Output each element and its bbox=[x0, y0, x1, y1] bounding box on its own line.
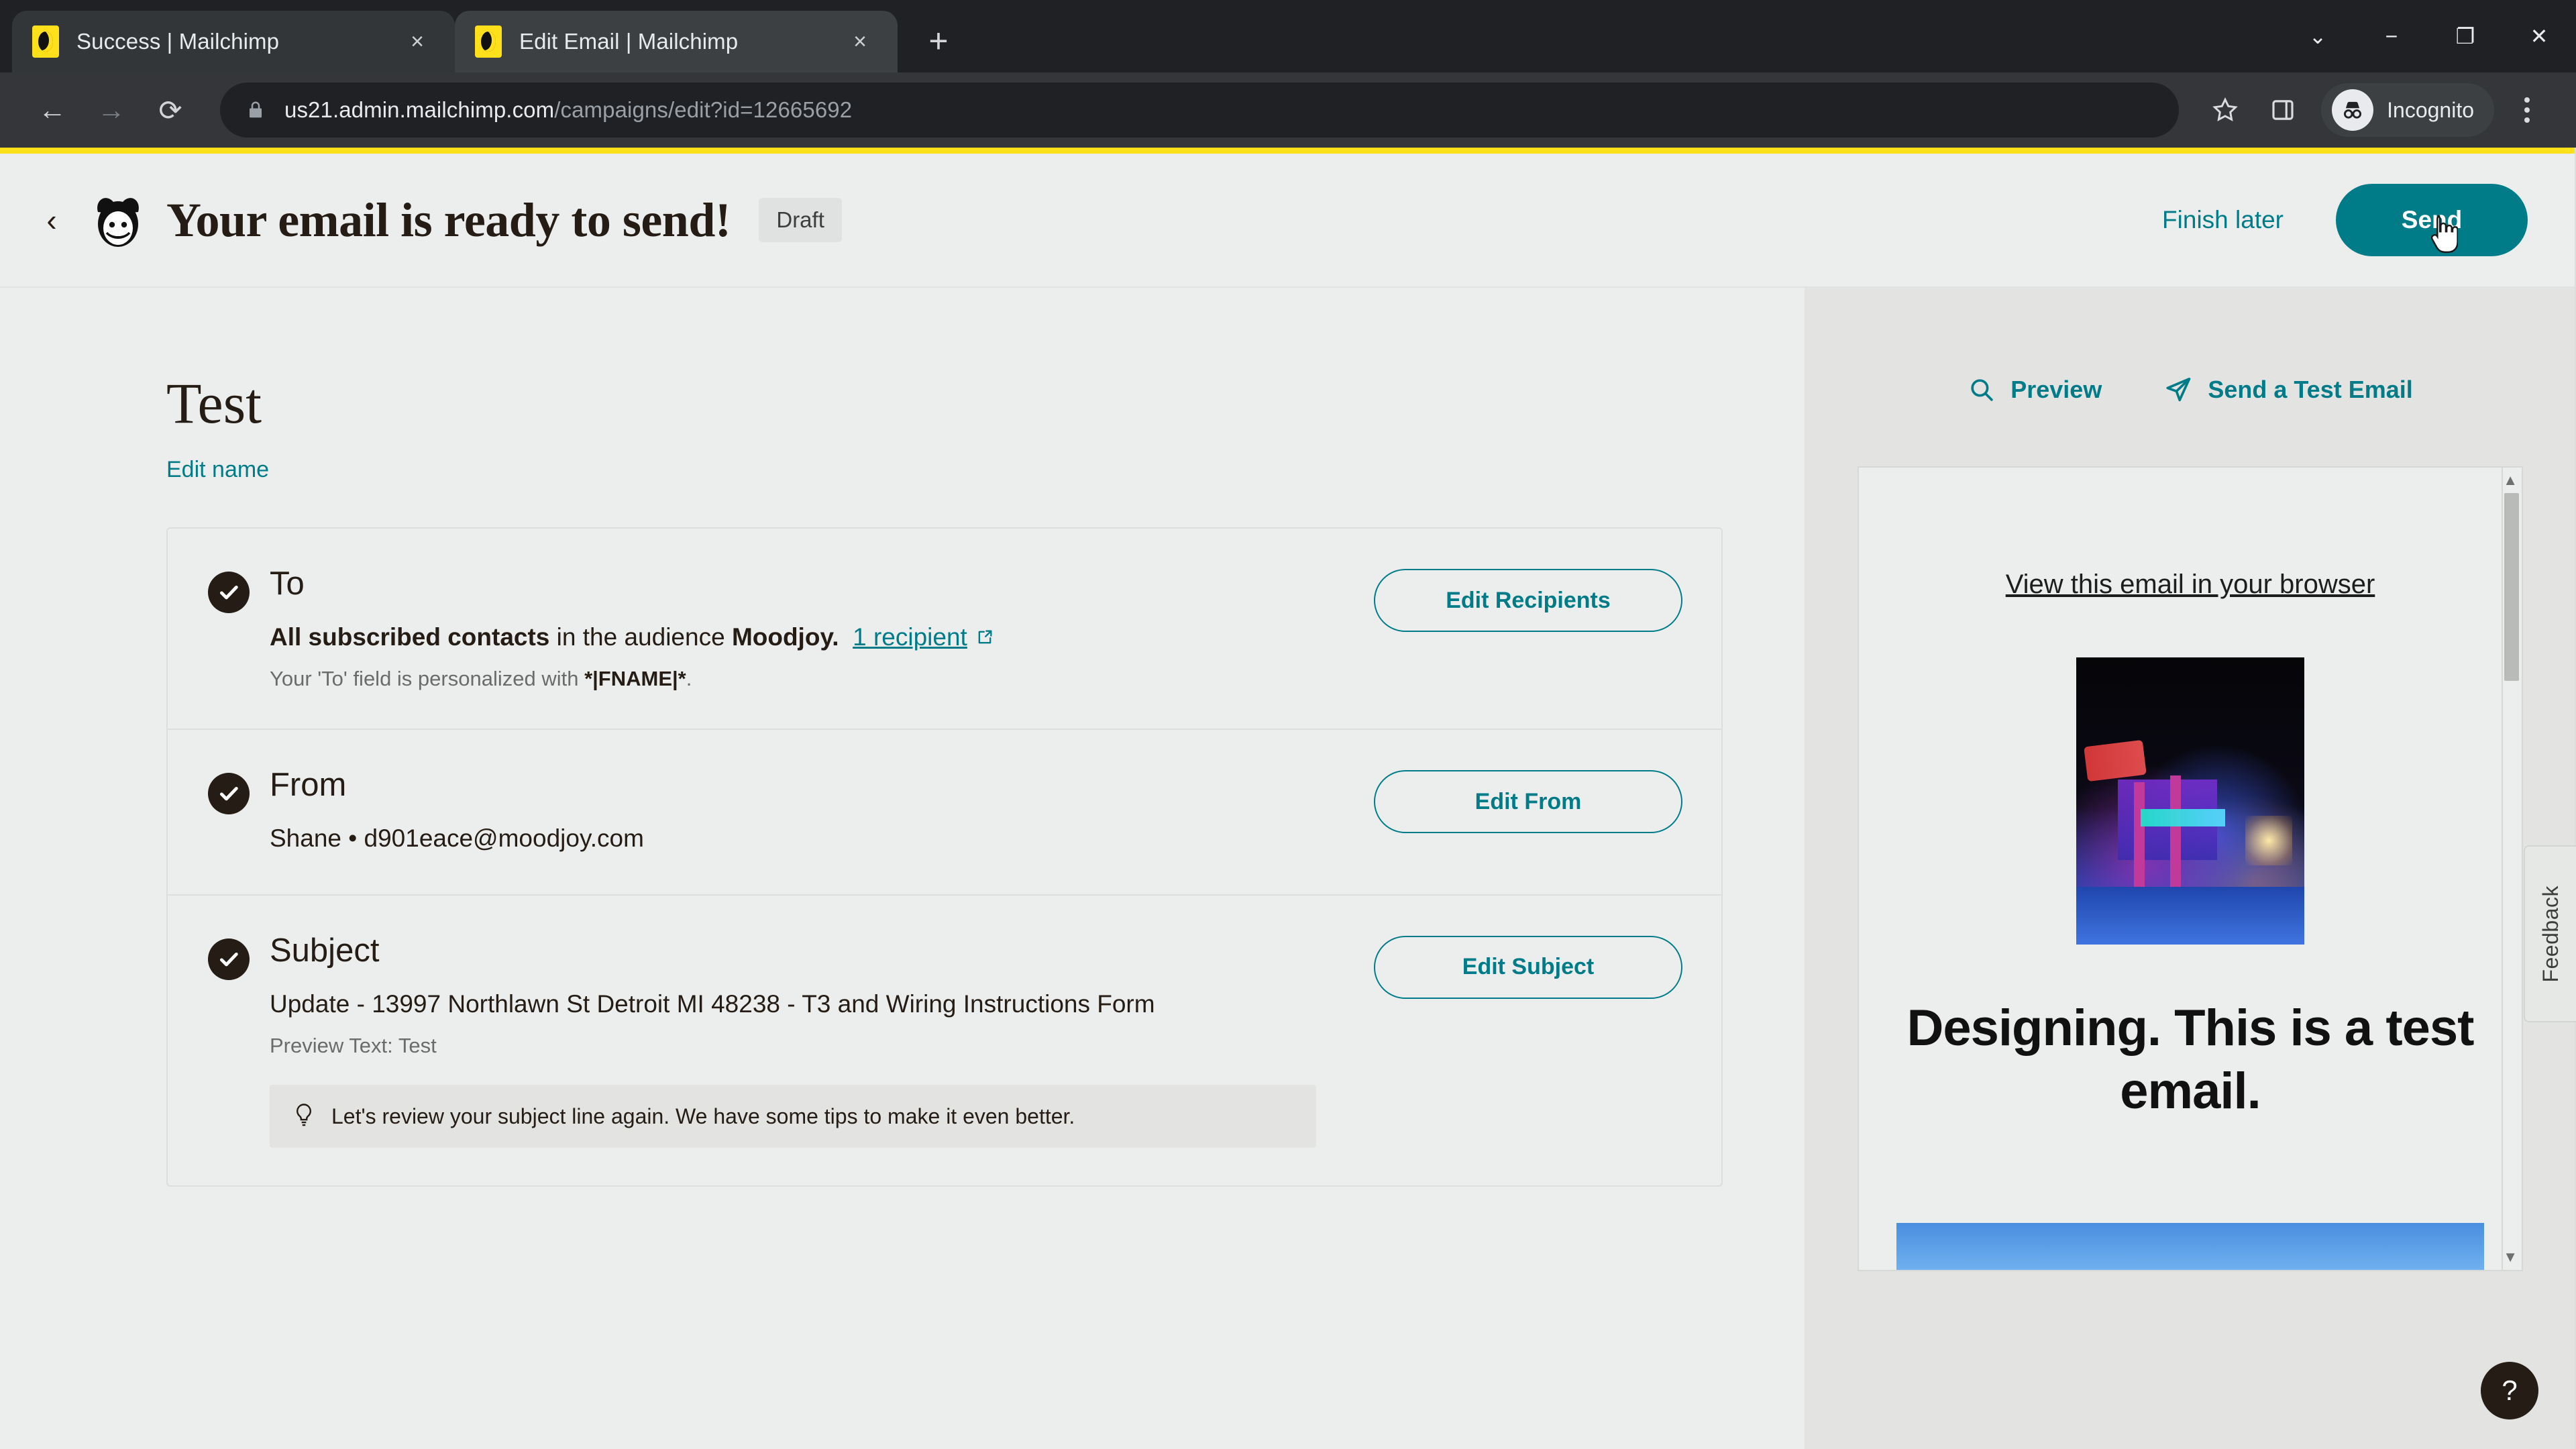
forward-icon[interactable]: → bbox=[82, 80, 141, 140]
reload-icon[interactable]: ⟳ bbox=[141, 80, 200, 140]
checklist-row-subject: Subject Update - 13997 Northlawn St Detr… bbox=[168, 896, 1721, 1185]
edit-from-button[interactable]: Edit From bbox=[1374, 770, 1682, 834]
feedback-tab[interactable]: Feedback bbox=[2524, 845, 2576, 1022]
address-bar[interactable]: us21.admin.mailchimp.com/campaigns/edit?… bbox=[220, 83, 2180, 138]
left-column: Test Edit name To All subscribed contact… bbox=[0, 288, 1805, 1449]
chevron-left-icon[interactable]: ‹ bbox=[27, 195, 76, 245]
preview-actions: Preview Send a Test Email bbox=[1968, 375, 2413, 405]
mailchimp-logo bbox=[97, 198, 139, 247]
row-detail-subject: Update - 13997 Northlawn St Detroit MI 4… bbox=[270, 989, 1155, 1018]
row-detail-to: All subscribed contacts in the audience … bbox=[270, 620, 1347, 655]
audience-name: Moodjoy. bbox=[731, 623, 839, 651]
tab-title: Success | Mailchimp bbox=[76, 29, 280, 54]
preview-button-label: Preview bbox=[2010, 376, 2102, 403]
lock-icon bbox=[250, 101, 262, 118]
email-sky-image bbox=[1896, 1223, 2484, 1270]
maximize-icon[interactable]: ❐ bbox=[2428, 0, 2502, 72]
audience-prefix: in the audience bbox=[549, 623, 732, 651]
chevron-down-icon[interactable]: ⌄ bbox=[2281, 0, 2355, 72]
checklist-row-to: To All subscribed contacts in the audien… bbox=[168, 529, 1721, 731]
incognito-icon bbox=[2332, 89, 2374, 131]
side-panel-icon[interactable] bbox=[2254, 81, 2312, 139]
scroll-down-icon[interactable]: ▼ bbox=[2503, 1248, 2518, 1266]
merge-tag: *|FNAME|* bbox=[584, 667, 686, 691]
view-in-browser-link[interactable]: View this email in your browser bbox=[2006, 570, 2375, 600]
url-text: us21.admin.mailchimp.com/campaigns/edit?… bbox=[284, 97, 852, 123]
profile-incognito-button[interactable]: Incognito bbox=[2321, 83, 2494, 137]
preview-panel: Preview Send a Test Email View this emai… bbox=[1805, 288, 2576, 1449]
scrollbar-thumb[interactable] bbox=[2504, 493, 2519, 681]
night-city-neon-photo bbox=[2076, 657, 2304, 945]
page-content: ‹ Your email is ready to send! Draft Fin… bbox=[0, 148, 2576, 1449]
profile-label: Incognito bbox=[2387, 97, 2474, 122]
campaign-name: Test bbox=[166, 371, 262, 435]
browser-window: Success | Mailchimp × Edit Email | Mailc… bbox=[0, 0, 2576, 1449]
close-icon[interactable]: × bbox=[400, 24, 435, 59]
three-dot-menu-icon[interactable] bbox=[2501, 97, 2553, 123]
mailchimp-favicon bbox=[475, 25, 502, 58]
help-button[interactable]: ? bbox=[2481, 1362, 2538, 1419]
send-button[interactable]: Send bbox=[2336, 184, 2528, 256]
app-header: ‹ Your email is ready to send! Draft Fin… bbox=[0, 154, 2576, 288]
check-circle-icon bbox=[208, 773, 250, 815]
row-detail-from: Shane • d901eace@moodjoy.com bbox=[270, 824, 644, 853]
subject-tip-banner: Let's review your subject line again. We… bbox=[270, 1085, 1316, 1148]
row-content: From Shane • d901eace@moodjoy.com bbox=[270, 767, 1347, 856]
main-body: Test Edit name To All subscribed contact… bbox=[0, 148, 2576, 1449]
preview-button[interactable]: Preview bbox=[1968, 376, 2102, 404]
star-icon[interactable] bbox=[2196, 81, 2254, 139]
browser-toolbar: ← → ⟳ us21.admin.mailchimp.com/campaigns… bbox=[0, 72, 2576, 148]
tab-strip: Success | Mailchimp × Edit Email | Mailc… bbox=[0, 0, 2576, 72]
brand-accent-rule bbox=[0, 148, 2576, 154]
paper-plane-icon bbox=[2166, 378, 2191, 402]
preview-scrollbar[interactable]: ▲ ▼ bbox=[2502, 468, 2522, 1270]
window-controls: ⌄ − ❐ ✕ bbox=[2281, 0, 2576, 72]
url-host: us21.admin.mailchimp.com bbox=[284, 97, 555, 122]
page-title: Your email is ready to send! bbox=[166, 193, 731, 247]
row-title-to: To bbox=[270, 566, 305, 602]
row-title-subject: Subject bbox=[270, 932, 380, 969]
check-circle-icon bbox=[208, 572, 250, 613]
status-badge: Draft bbox=[759, 198, 842, 242]
row-title-from: From bbox=[270, 767, 347, 804]
recipient-count-link[interactable]: 1 recipient bbox=[853, 623, 967, 651]
close-window-icon[interactable]: ✕ bbox=[2502, 0, 2576, 72]
scroll-up-icon[interactable]: ▲ bbox=[2503, 472, 2518, 489]
edit-recipients-button[interactable]: Edit Recipients bbox=[1374, 569, 1682, 632]
browser-tab-edit-email[interactable]: Edit Email | Mailchimp × bbox=[455, 11, 898, 72]
preview-text: Preview Text: Test bbox=[270, 1034, 437, 1058]
send-test-email-label: Send a Test Email bbox=[2208, 376, 2413, 403]
send-test-email-button[interactable]: Send a Test Email bbox=[2163, 375, 2413, 405]
checklist-row-from: From Shane • d901eace@moodjoy.com Edit F… bbox=[168, 730, 1721, 896]
mailchimp-favicon bbox=[32, 25, 59, 58]
new-tab-button[interactable]: + bbox=[915, 17, 962, 64]
row-content: To All subscribed contacts in the audien… bbox=[270, 566, 1347, 691]
checklist-card: To All subscribed contacts in the audien… bbox=[166, 527, 1723, 1187]
note-suffix: . bbox=[686, 667, 692, 691]
finish-later-link[interactable]: Finish later bbox=[2162, 206, 2284, 234]
row-content: Subject Update - 13997 Northlawn St Detr… bbox=[270, 932, 1347, 1148]
minimize-icon[interactable]: − bbox=[2355, 0, 2428, 72]
browser-tab-success[interactable]: Success | Mailchimp × bbox=[12, 11, 455, 72]
edit-subject-button[interactable]: Edit Subject bbox=[1374, 935, 1682, 999]
row-note-to: Your 'To' field is personalized with *|F… bbox=[270, 667, 1347, 691]
close-icon[interactable]: × bbox=[843, 24, 877, 59]
recipients-scope: All subscribed contacts bbox=[270, 623, 550, 651]
tip-text: Let's review your subject line again. We… bbox=[331, 1104, 1075, 1128]
note-prefix: Your 'To' field is personalized with bbox=[270, 667, 585, 691]
edit-name-link[interactable]: Edit name bbox=[166, 457, 269, 483]
send-button-label: Send bbox=[2401, 206, 2463, 233]
back-icon[interactable]: ← bbox=[23, 80, 82, 140]
email-headline: Designing. This is a test email. bbox=[1907, 1000, 2475, 1120]
lightbulb-icon bbox=[297, 1104, 311, 1126]
check-circle-icon bbox=[208, 938, 250, 980]
external-link-icon[interactable] bbox=[975, 628, 994, 647]
feedback-tab-label: Feedback bbox=[2538, 885, 2563, 983]
url-path: /campaigns/edit?id=12665692 bbox=[554, 97, 853, 122]
email-preview-frame: View this email in your browser Designin… bbox=[1858, 466, 2523, 1271]
tab-title: Edit Email | Mailchimp bbox=[519, 29, 739, 54]
search-icon bbox=[1971, 379, 1993, 401]
